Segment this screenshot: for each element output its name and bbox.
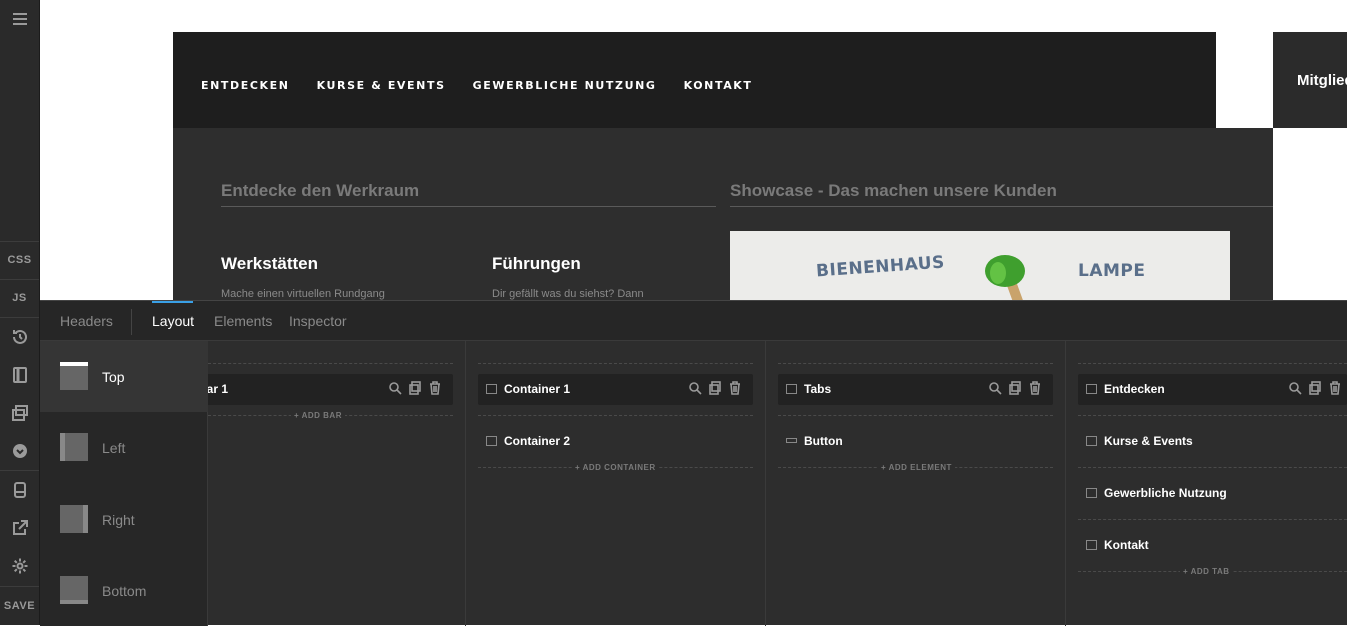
mobile-preview-icon[interactable] [0,471,39,509]
tab-item-gewerbliche-nutzung[interactable]: Gewerbliche Nutzung [1078,478,1347,509]
werkstaetten-text: Mache einen virtuellen Rundgang [221,288,385,300]
site-nav-bar: ENTDECKEN KURSE & EVENTS GEWERBLICHE NUT… [173,32,1216,128]
search-icon[interactable] [1288,381,1302,395]
search-icon[interactable] [388,381,402,395]
elements-column: Tabs Button + ADD ELEMENT [766,341,1066,626]
nav-link-kurse-events[interactable]: KURSE & EVENTS [317,79,446,92]
layout-top-icon [60,362,88,390]
dropdown-circle-icon[interactable] [0,432,39,470]
search-icon[interactable] [988,381,1002,395]
layout-right-icon [60,505,88,533]
css-button[interactable]: CSS [0,241,39,279]
tab-elements[interactable]: Elements [214,313,272,329]
nav-link-gewerbliche-nutzung[interactable]: GEWERBLICHE NUTZUNG [473,79,657,92]
tab-item-kurse-events[interactable]: Kurse & Events [1078,426,1347,457]
tab-items-column: Entdecken Kurse & Events Gewerbliche Nut… [1066,341,1347,626]
external-link-icon[interactable] [0,509,39,547]
position-list: Top Left Right Bottom [40,341,208,626]
panel-layout-icon[interactable] [0,356,39,394]
duplicate-icon[interactable] [1008,381,1022,395]
tab-item-icon [1086,384,1097,394]
js-button[interactable]: JS [0,279,39,317]
history-icon[interactable] [0,318,39,356]
duplicate-icon[interactable] [1308,381,1322,395]
add-element-link[interactable]: + ADD ELEMENT [878,463,955,472]
save-button[interactable]: SAVE [0,587,39,625]
duplicate-icon[interactable] [408,381,422,395]
tab-layout[interactable]: Layout [152,313,194,329]
position-right[interactable]: Right [40,484,208,555]
bar-row[interactable]: Bar 1 [208,374,453,405]
trash-icon[interactable] [728,381,742,395]
fuehrungen-title[interactable]: Führungen [492,254,581,274]
bars-column: Bar 1 + ADD BAR [208,341,466,626]
mega-menu-heading-left: Entdecke den Werkraum [221,181,420,200]
mega-menu: Entdecke den Werkraum Showcase - Das mac… [173,128,1273,300]
element-row-tabs[interactable]: Tabs [778,374,1053,405]
builder-panel: Headers Layout Elements Inspector Top Le… [40,300,1347,626]
button-element-icon [786,438,797,443]
container-row-1[interactable]: Container 1 [478,374,753,405]
position-bottom[interactable]: Bottom [40,555,208,626]
tabs-icon [786,384,797,394]
tab-headers[interactable]: Headers [60,313,113,329]
container-row-2[interactable]: Container 2 [478,426,753,457]
tab-inspector[interactable]: Inspector [289,313,347,329]
panel-tab-bar: Headers Layout Elements Inspector [40,301,1347,341]
add-container-link[interactable]: + ADD CONTAINER [572,463,659,472]
container-icon [486,384,497,394]
mega-menu-heading-right: Showcase - Das machen unsere Kunden [730,181,1057,200]
tab-item-icon [1086,488,1097,498]
duplicate-icon[interactable] [708,381,722,395]
tab-item-kontakt[interactable]: Kontakt [1078,530,1347,561]
add-bar-link[interactable]: + ADD BAR [291,411,345,420]
active-tab-indicator [152,301,193,303]
tab-item-icon [1086,540,1097,550]
position-left[interactable]: Left [40,412,208,483]
tab-item-icon [1086,436,1097,446]
menu-icon[interactable] [0,0,39,38]
trash-icon[interactable] [1028,381,1042,395]
nav-link-entdecken[interactable]: ENTDECKEN [201,79,290,92]
container-icon [486,436,497,446]
werkstaetten-title[interactable]: Werkstätten [221,254,318,274]
fuehrungen-text: Dir gefällt was du siehst? Dann [492,288,644,300]
member-button[interactable]: Mitglied [1273,32,1347,128]
trash-icon[interactable] [1328,381,1342,395]
side-toolbar: CSS JS SAVE [0,0,40,625]
layout-left-icon [60,433,88,461]
layers-icon[interactable] [0,394,39,432]
search-icon[interactable] [688,381,702,395]
element-row-button[interactable]: Button [778,426,1053,457]
tab-item-entdecken[interactable]: Entdecken [1078,374,1347,405]
site-preview: ENTDECKEN KURSE & EVENTS GEWERBLICHE NUT… [40,0,1347,300]
settings-gear-icon[interactable] [0,547,39,585]
containers-column: Container 1 Container 2 + ADD CONTAINER [466,341,766,626]
trash-icon[interactable] [428,381,442,395]
add-tab-link[interactable]: + ADD TAB [1180,567,1233,576]
showcase-image: BIENENHAUS LAMPE [730,231,1230,300]
position-top[interactable]: Top [40,341,208,412]
nav-link-kontakt[interactable]: KONTAKT [684,79,753,92]
layout-bottom-icon [60,576,88,604]
